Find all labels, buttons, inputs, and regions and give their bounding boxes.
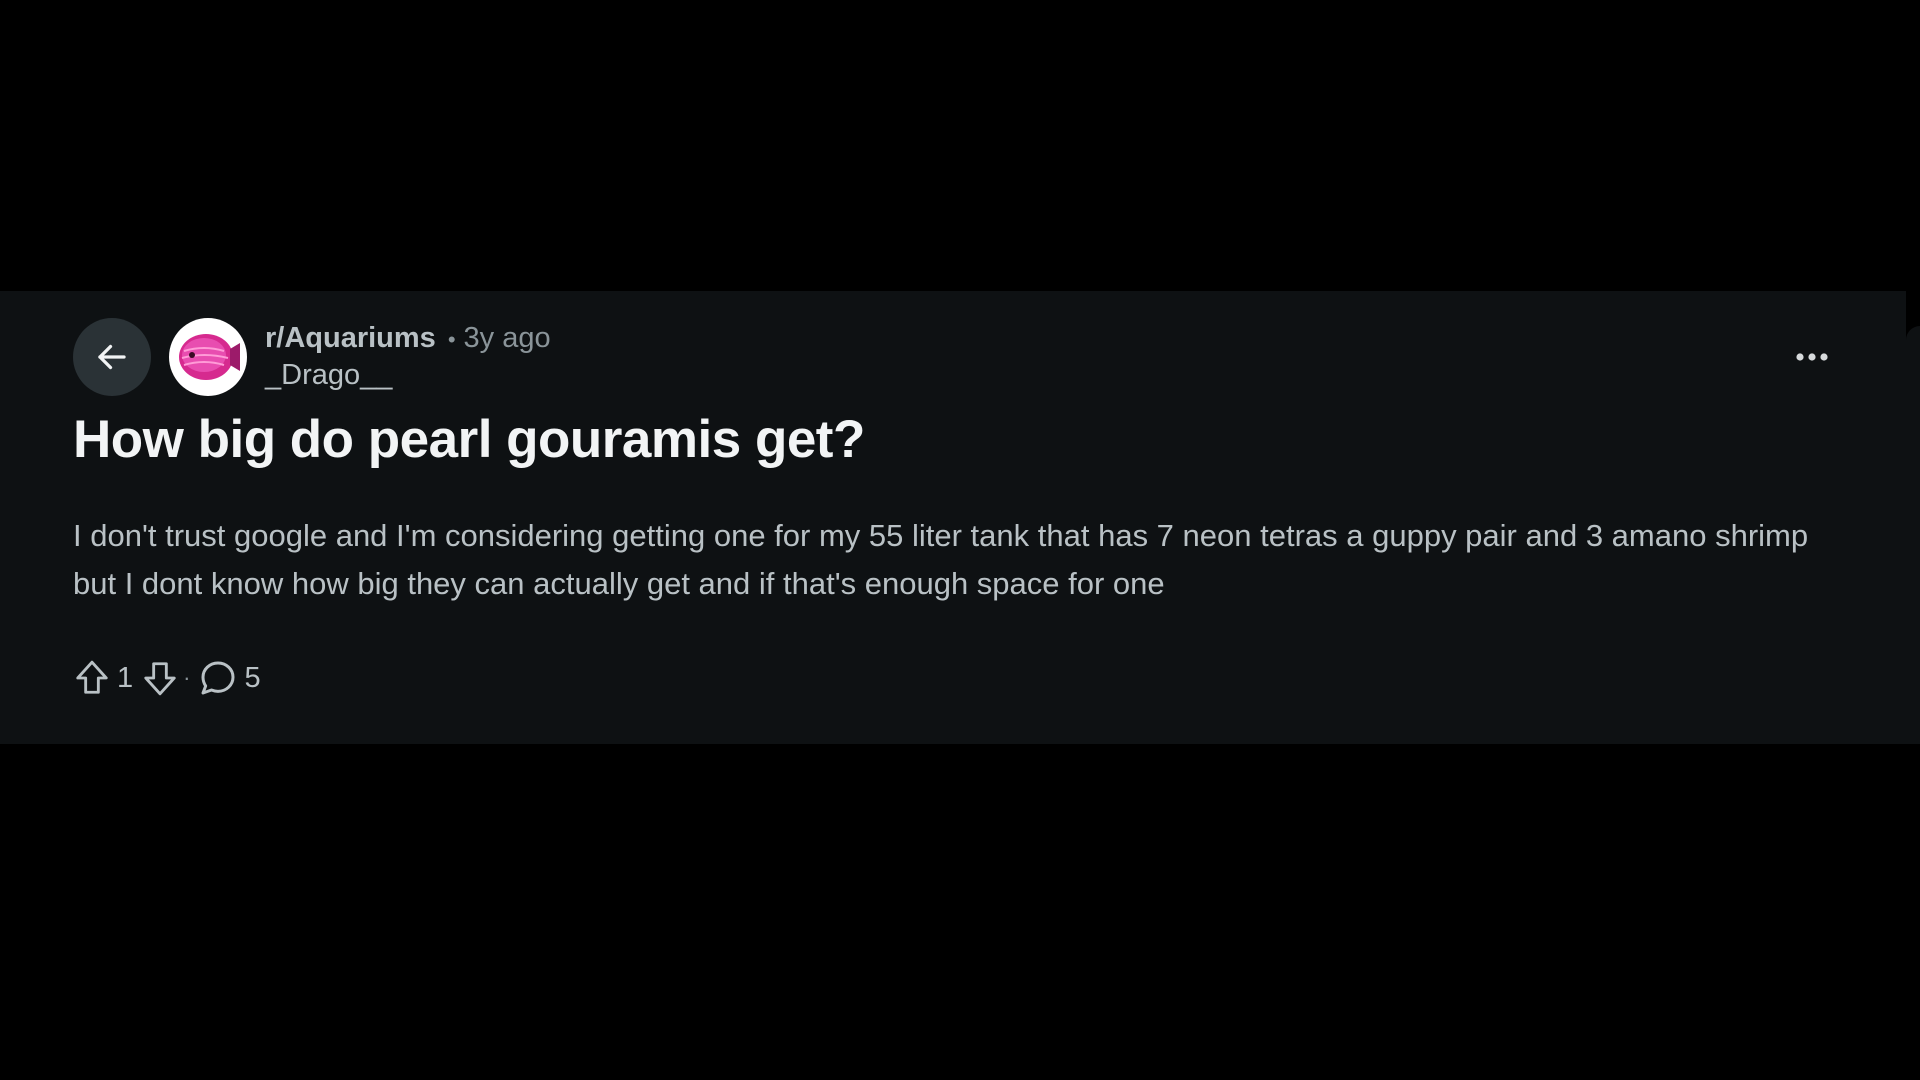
post-meta: r/Aquariums • 3y ago _Drago__ (265, 321, 551, 393)
arrow-left-icon (98, 344, 126, 370)
subreddit-link[interactable]: r/Aquariums (265, 321, 436, 356)
meta-separator: • (447, 327, 456, 353)
post-title: How big do pearl gouramis get? (73, 410, 865, 469)
post-actions: 1 · 5 (73, 653, 269, 703)
back-button[interactable] (73, 318, 151, 396)
post-body: I don't trust google and I'm considering… (73, 518, 1809, 601)
post-time: 3y ago (463, 322, 551, 355)
subreddit-avatar[interactable] (169, 318, 247, 396)
more-options-button[interactable] (1790, 339, 1834, 375)
comments-button[interactable] (198, 658, 238, 698)
arrow-up-outline-icon (76, 660, 108, 694)
post-header: r/Aquariums • 3y ago _Drago__ (73, 317, 551, 397)
downvote-button[interactable] (141, 658, 179, 698)
arrow-down-outline-icon (144, 662, 176, 696)
comment-count: 5 (244, 661, 261, 694)
post-card: r/Aquariums • 3y ago _Drago__ How big do… (0, 291, 1906, 744)
upvote-button[interactable] (73, 658, 111, 698)
fish-icon (173, 322, 243, 392)
actions-separator: · (183, 665, 191, 690)
subreddit-row: r/Aquariums • 3y ago (265, 321, 551, 356)
speech-bubble-icon (201, 661, 235, 695)
author-link[interactable]: _Drago__ (265, 358, 551, 393)
more-horizontal-icon (1796, 353, 1828, 361)
side-panel-edge (1906, 326, 1920, 744)
vote-count: 1 (117, 661, 134, 694)
